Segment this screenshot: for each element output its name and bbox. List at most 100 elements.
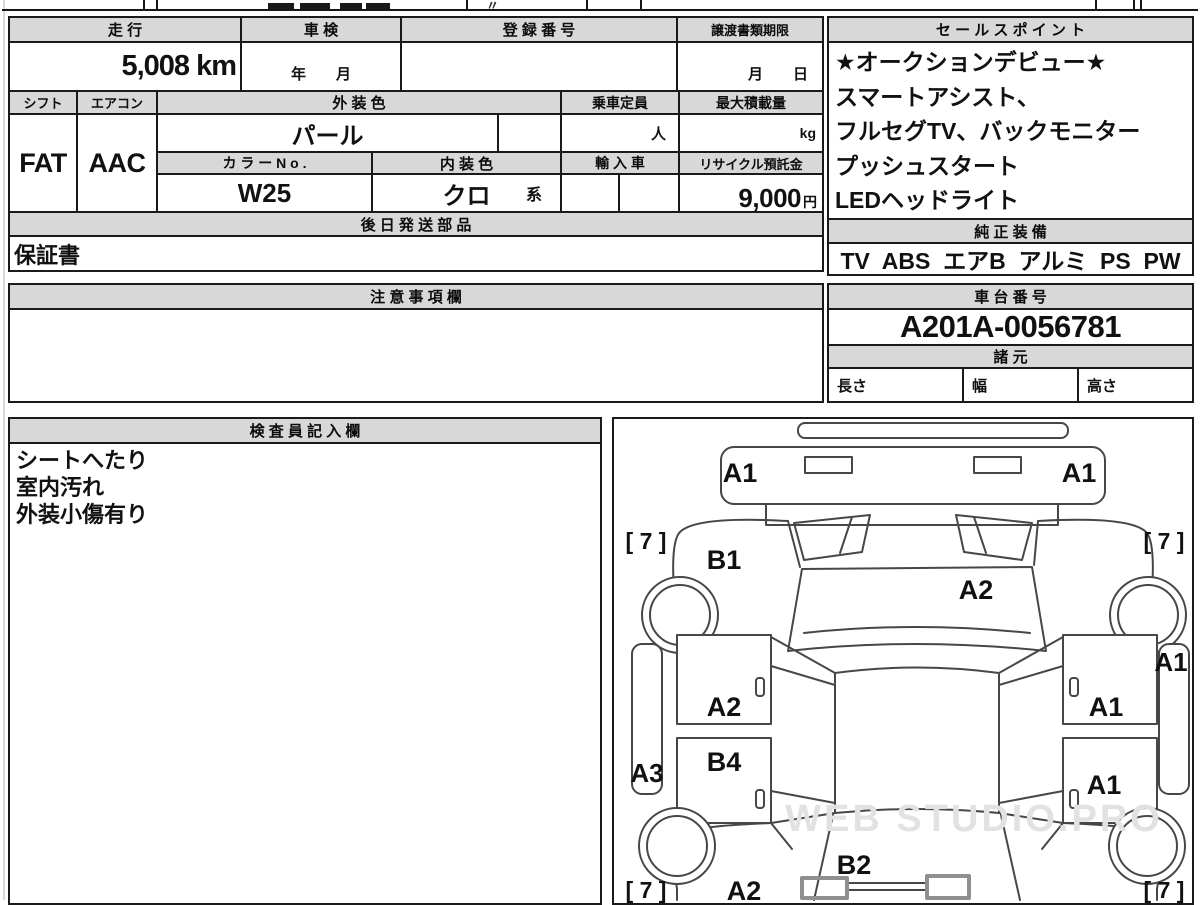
damage-code-label: A2 xyxy=(959,575,994,605)
damage-code-label: A1 xyxy=(1087,770,1122,800)
damage-code-label: A3 xyxy=(630,758,663,788)
aircon-header: エアコン xyxy=(76,90,158,115)
windshield-left xyxy=(793,514,871,561)
inspector-note-line: 室内汚れ xyxy=(16,475,105,500)
a-pillar-left xyxy=(787,520,801,568)
sales-point-line: ★オークションデビュー★ xyxy=(835,49,1107,75)
rear-wheel-left-rim xyxy=(646,815,708,877)
deadline-value: 月 日 xyxy=(676,41,824,92)
top-cutoff-text-fragment xyxy=(340,3,362,9)
import-value-left xyxy=(560,173,620,213)
front-bumper-detail-left xyxy=(804,456,853,474)
spec-height-cell: 高さ xyxy=(1077,367,1194,403)
import-value-right xyxy=(618,173,680,213)
rear-bumper-detail-right xyxy=(925,874,971,900)
recycle-value: 9,000 円 xyxy=(678,173,824,213)
specs-header: 諸 元 xyxy=(827,344,1194,369)
top-cutoff-tick xyxy=(1095,0,1097,9)
shift-value: FAT xyxy=(8,113,78,213)
rear-bumper-detail-left xyxy=(800,876,849,900)
top-cutoff-text-fragment xyxy=(268,3,294,9)
damage-code-label: [ 7 ] xyxy=(1144,528,1185,554)
damage-code-label: A1 xyxy=(1089,692,1124,722)
scan-edge xyxy=(3,0,5,900)
mileage-header: 走 行 xyxy=(8,16,242,43)
color-no-value: W25 xyxy=(156,173,373,213)
recycle-unit: 円 xyxy=(803,194,817,210)
later-parts-value: 保証書 xyxy=(8,235,824,272)
damage-code-label: A2 xyxy=(707,692,742,722)
equipment-value: TV ABS エアB アルミ PS PW xyxy=(827,242,1194,276)
spec-length-cell: 長さ xyxy=(827,367,964,403)
front-strip xyxy=(797,422,1069,439)
recycle-amount: 9,000 xyxy=(738,183,801,213)
sales-point-line: スマートアシスト、 xyxy=(835,83,1040,110)
damage-code-label: A1 xyxy=(1154,647,1187,677)
spec-width-cell: 幅 xyxy=(962,367,1079,403)
top-cutoff-text-fragment xyxy=(300,3,330,9)
front-bumper xyxy=(720,446,1106,505)
top-cutoff-tick xyxy=(143,0,145,9)
windshield-right xyxy=(955,514,1033,561)
interior-color-value: クロ 系 xyxy=(371,173,562,213)
interior-color-header: 内 装 色 xyxy=(371,151,562,175)
car-damage-diagram: WEB STUDIO.PRO A1 A1 [ 7 ] [ 7 ] B1 A2 A3 A1 A2 B… xyxy=(626,422,1190,903)
damage-code-label: [ 7 ] xyxy=(626,877,667,903)
interior-color-text: クロ xyxy=(442,182,491,210)
wiper-left xyxy=(839,516,853,554)
damage-code-label: [ 7 ] xyxy=(626,528,667,554)
damage-code-label: B4 xyxy=(707,747,742,777)
mileage-value: 5,008 km xyxy=(8,41,242,92)
import-header: 輸 入 車 xyxy=(560,151,680,175)
a-pillar-right xyxy=(1033,520,1039,566)
watermark: WEB STUDIO.PRO xyxy=(785,798,1163,840)
wiper-right xyxy=(973,516,987,554)
exterior-color-header: 外 装 色 xyxy=(156,90,562,115)
top-cutoff-tick xyxy=(586,0,588,9)
damage-code-label: B1 xyxy=(707,545,742,575)
top-cutoff-row: 〃 xyxy=(0,0,1200,11)
recycle-header: リサイクル預託金 xyxy=(678,151,824,175)
inspector-header: 検 査 員 記 入 欄 xyxy=(8,417,602,444)
maxload-header: 最大積載量 xyxy=(678,90,824,115)
top-cutoff-tick xyxy=(156,0,158,9)
caution-header: 注 意 事 項 欄 xyxy=(8,283,824,310)
damage-code-label: A2 xyxy=(727,876,762,903)
capacity-value: 人 xyxy=(560,113,680,153)
inspector-note-line: 外装小傷有り xyxy=(16,502,149,527)
registration-header: 登 録 番 号 xyxy=(400,16,678,43)
top-cutoff-ditto-mark: 〃 xyxy=(486,0,500,11)
exterior-color-value: パール xyxy=(156,113,499,153)
top-cutoff-tick xyxy=(640,0,642,9)
deadline-header: 譲渡書類期限 xyxy=(676,16,824,43)
shaken-value: 年 月 xyxy=(240,41,402,92)
chassis-header: 車 台 番 号 xyxy=(827,283,1194,310)
damage-code-label: A1 xyxy=(723,458,758,488)
damage-code-label: B2 xyxy=(837,850,872,880)
later-parts-header: 後 日 発 送 部 品 xyxy=(8,211,824,237)
exterior-color-sub-cell xyxy=(497,113,562,153)
top-cutoff-tick xyxy=(1140,0,1142,9)
top-cutoff-tick xyxy=(1133,0,1135,9)
sales-point-line: フルセグTV、バックモニター xyxy=(835,118,1141,144)
chassis-value: A201A-0056781 xyxy=(827,308,1194,346)
hood-crease xyxy=(803,626,1031,634)
front-bumper-detail-right xyxy=(973,456,1022,474)
damage-code-label: A1 xyxy=(1062,458,1097,488)
damage-diagram-box: WEB STUDIO.PRO A1 A1 [ 7 ] [ 7 ] B1 A2 A3 A1 A2 B… xyxy=(612,417,1194,905)
sales-point-line: LEDヘッドライト xyxy=(835,187,1019,213)
sales-point-line: プッシュスタート xyxy=(835,152,1019,179)
aircon-value: AAC xyxy=(76,113,158,213)
inspector-body: シートへたり 室内汚れ 外装小傷有り xyxy=(8,442,602,905)
capacity-header: 乗車定員 xyxy=(560,90,680,115)
top-cutoff-text-fragment xyxy=(366,3,390,9)
caution-body xyxy=(8,308,824,403)
top-cutoff-border xyxy=(2,9,1198,11)
color-no-header: カ ラ ー N o . xyxy=(156,151,373,175)
auction-sheet: { "top_strip": { "mark": "〃" }, "main": … xyxy=(0,0,1200,905)
shaken-header: 車 検 xyxy=(240,16,402,43)
hood xyxy=(787,566,1047,652)
registration-value xyxy=(400,41,678,92)
roof xyxy=(834,666,1000,814)
equipment-header: 純 正 装 備 xyxy=(827,218,1194,244)
